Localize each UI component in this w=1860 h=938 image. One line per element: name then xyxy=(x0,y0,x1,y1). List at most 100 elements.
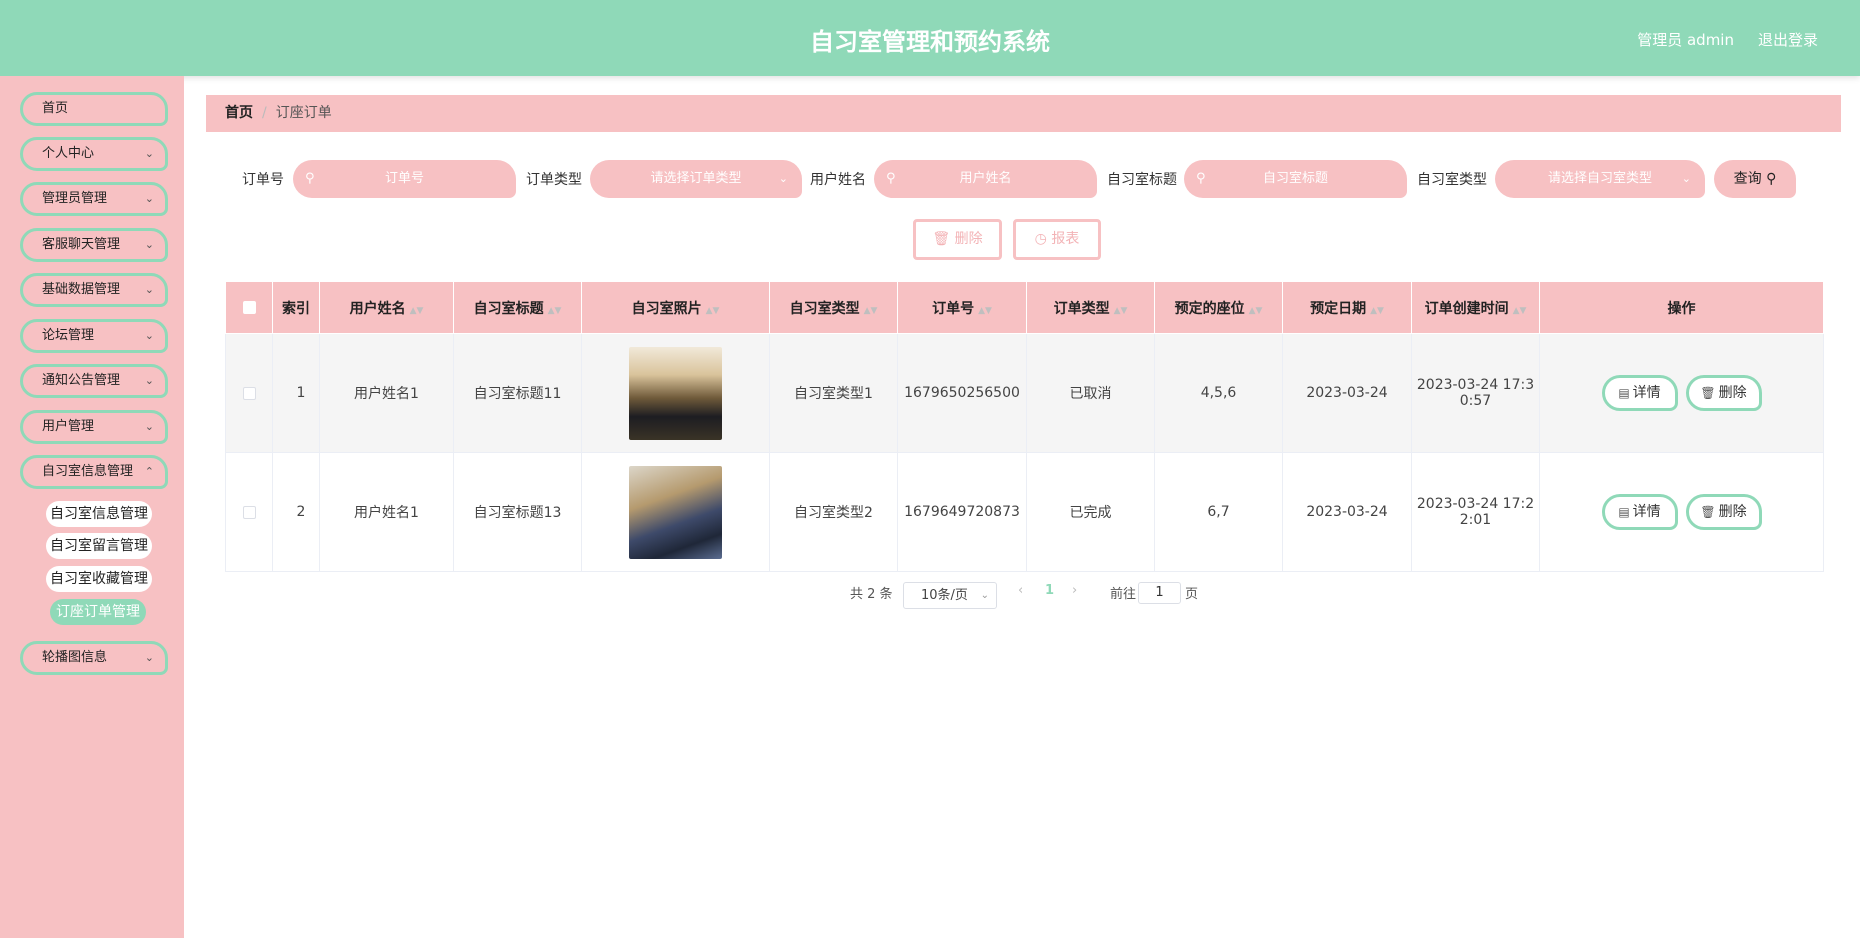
column-header-order-type[interactable]: 订单类型 ▲▼ xyxy=(1026,281,1155,334)
sidebar-item-chat[interactable]: 客服聊天管理 ⌄ xyxy=(20,228,168,262)
select-all-cell xyxy=(225,281,273,334)
sidebar-item-label: 基础数据管理 xyxy=(42,282,121,297)
table-row: 1 用户姓名1 自习室标题11 自习室类型1 1679650256500 已取消… xyxy=(225,333,1824,453)
order-type-select[interactable]: 请选择订单类型 ⌄ xyxy=(590,160,802,198)
batch-delete-label: 删除 xyxy=(954,231,983,247)
sort-icon: ▲▼ xyxy=(547,305,562,316)
goto-page-input[interactable]: 1 xyxy=(1138,582,1181,604)
sort-icon: ▲▼ xyxy=(705,305,720,316)
current-user: 管理员 admin xyxy=(1637,31,1734,49)
row-room-type: 自习室类型2 xyxy=(769,452,898,572)
row-user-name: 用户姓名1 xyxy=(319,333,454,453)
sidebar-subitem-room-info[interactable]: 自习室信息管理 xyxy=(46,501,152,527)
detail-button[interactable]: ▤ 详情 xyxy=(1601,494,1678,530)
chevron-down-icon: ⌄ xyxy=(144,238,154,251)
delete-button[interactable]: 🗑 删除 xyxy=(1685,375,1762,411)
order-no-placeholder: 订单号 xyxy=(384,171,424,186)
sidebar-item-forum[interactable]: 论坛管理 ⌄ xyxy=(20,319,168,353)
row-date: 2023-03-24 xyxy=(1282,452,1412,572)
room-type-select[interactable]: 请选择自习室类型 ⌄ xyxy=(1495,160,1705,198)
column-header-room-title[interactable]: 自习室标题 ▲▼ xyxy=(453,281,582,334)
column-header-label: 用户姓名 xyxy=(349,300,406,317)
pagination-total: 共 2 条 xyxy=(850,587,893,602)
sort-icon: ▲▼ xyxy=(863,305,878,316)
sidebar-subitem-room-messages[interactable]: 自习室留言管理 xyxy=(46,533,152,559)
room-photo[interactable] xyxy=(629,346,722,440)
sidebar: 首页 个人中心 ⌄ 管理员管理 ⌄ 客服聊天管理 ⌄ 基础数据管理 ⌄ 论坛管理 ⌄ 通知… xyxy=(0,76,184,938)
sidebar-item-basic-data[interactable]: 基础数据管理 ⌄ xyxy=(20,273,168,307)
row-seats: 4,5,6 xyxy=(1154,333,1283,453)
row-created: 2023-03-24 17:2 2:01 xyxy=(1411,452,1540,572)
app-title: 自习室管理和预约系统 xyxy=(810,28,1050,56)
detail-button[interactable]: ▤ 详情 xyxy=(1601,375,1678,411)
sidebar-subitem-orders[interactable]: 订座订单管理 xyxy=(50,599,146,625)
sidebar-item-label: 首页 xyxy=(42,101,69,116)
delete-button[interactable]: 🗑 删除 xyxy=(1685,494,1762,530)
column-header-order-no[interactable]: 订单号 ▲▼ xyxy=(897,281,1027,334)
prev-page-icon[interactable]: ‹ xyxy=(1018,583,1023,598)
delete-label: 删除 xyxy=(1718,504,1747,520)
document-icon: ▤ xyxy=(1618,386,1630,400)
row-created-line1: 2023-03-24 17:2 xyxy=(1416,496,1535,512)
sidebar-item-home[interactable]: 首页 xyxy=(20,92,168,126)
room-title-input[interactable]: ⚲ 自习室标题 xyxy=(1184,160,1407,198)
room-photo[interactable] xyxy=(629,465,722,559)
column-header-actions: 操作 xyxy=(1539,281,1824,334)
sidebar-subitem-room-favorites[interactable]: 自习室收藏管理 xyxy=(46,566,152,592)
chevron-down-icon: ⌄ xyxy=(144,192,154,205)
sidebar-item-label: 轮播图信息 xyxy=(42,650,108,665)
order-type-label: 订单类型 xyxy=(526,172,582,188)
user-name-input[interactable]: ⚲ 用户姓名 xyxy=(874,160,1097,198)
column-header-room-photo[interactable]: 自习室照片 ▲▼ xyxy=(581,281,770,334)
page-size-select[interactable]: 10条/页 ⌄ xyxy=(903,582,997,609)
current-page[interactable]: 1 xyxy=(1045,583,1054,598)
column-header-created[interactable]: 订单创建时间 ▲▼ xyxy=(1411,281,1540,334)
column-header-seats[interactable]: 预定的座位 ▲▼ xyxy=(1154,281,1283,334)
chevron-up-icon: ⌃ xyxy=(144,465,154,478)
logout-link[interactable]: 退出登录 xyxy=(1758,29,1818,50)
chevron-down-icon: ⌄ xyxy=(144,651,154,664)
breadcrumb-separator: / xyxy=(262,105,267,121)
column-header-room-type[interactable]: 自习室类型 ▲▼ xyxy=(769,281,898,334)
sort-icon: ▲▼ xyxy=(1248,305,1263,316)
batch-delete-button[interactable]: 🗑 删除 xyxy=(913,219,1002,260)
row-order-type: 已完成 xyxy=(1026,452,1155,572)
select-all-checkbox[interactable] xyxy=(242,301,256,314)
sidebar-item-label: 客服聊天管理 xyxy=(42,237,121,252)
orders-table: 索引 用户姓名 ▲▼ 自习室标题 ▲▼ 自习室照片 ▲▼ 自习室类型 ▲▼ 订单号 ▲▼ … xyxy=(225,281,1824,572)
sidebar-item-profile[interactable]: 个人中心 ⌄ xyxy=(20,137,168,171)
chevron-down-icon: ⌄ xyxy=(144,283,154,296)
sidebar-item-admin[interactable]: 管理员管理 ⌄ xyxy=(20,182,168,216)
row-actions: ▤ 详情 🗑 删除 xyxy=(1539,333,1824,453)
column-header-label: 自习室标题 xyxy=(473,300,544,317)
next-page-icon[interactable]: › xyxy=(1072,583,1077,598)
room-type-label: 自习室类型 xyxy=(1417,172,1487,188)
top-header: 自习室管理和预约系统 管理员 admin 退出登录 xyxy=(0,0,1860,76)
chevron-down-icon: ⌄ xyxy=(980,590,989,601)
column-header-label: 订单创建时间 xyxy=(1424,300,1509,317)
sidebar-item-room-info[interactable]: 自习室信息管理 ⌃ xyxy=(20,455,168,489)
chevron-down-icon: ⌄ xyxy=(144,147,154,160)
breadcrumb-home[interactable]: 首页 xyxy=(225,105,253,121)
query-button[interactable]: 查询 ⚲ xyxy=(1714,160,1796,198)
row-checkbox[interactable] xyxy=(242,505,256,519)
row-select-cell xyxy=(225,452,273,572)
row-room-title: 自习室标题13 xyxy=(453,452,582,572)
sidebar-item-users[interactable]: 用户管理 ⌄ xyxy=(20,410,168,444)
goto-prefix: 前往 xyxy=(1110,587,1137,602)
search-icon: ⚲ xyxy=(305,171,315,186)
sidebar-item-carousel[interactable]: 轮播图信息 ⌄ xyxy=(20,641,168,675)
report-label: 报表 xyxy=(1051,231,1080,247)
column-header-user-name[interactable]: 用户姓名 ▲▼ xyxy=(319,281,454,334)
column-header-label: 预定的座位 xyxy=(1174,300,1245,317)
report-button[interactable]: ◷ 报表 xyxy=(1013,219,1101,260)
sidebar-item-notice[interactable]: 通知公告管理 ⌄ xyxy=(20,364,168,398)
chevron-down-icon: ⌄ xyxy=(778,172,788,185)
sidebar-item-label: 通知公告管理 xyxy=(42,373,121,388)
room-type-placeholder: 请选择自习室类型 xyxy=(1547,171,1652,186)
row-checkbox[interactable] xyxy=(242,386,256,400)
order-no-input[interactable]: ⚲ 订单号 xyxy=(293,160,516,198)
sort-icon: ▲▼ xyxy=(978,305,992,316)
column-header-date[interactable]: 预定日期 ▲▼ xyxy=(1282,281,1412,334)
sort-icon: ▲▼ xyxy=(1370,305,1384,316)
